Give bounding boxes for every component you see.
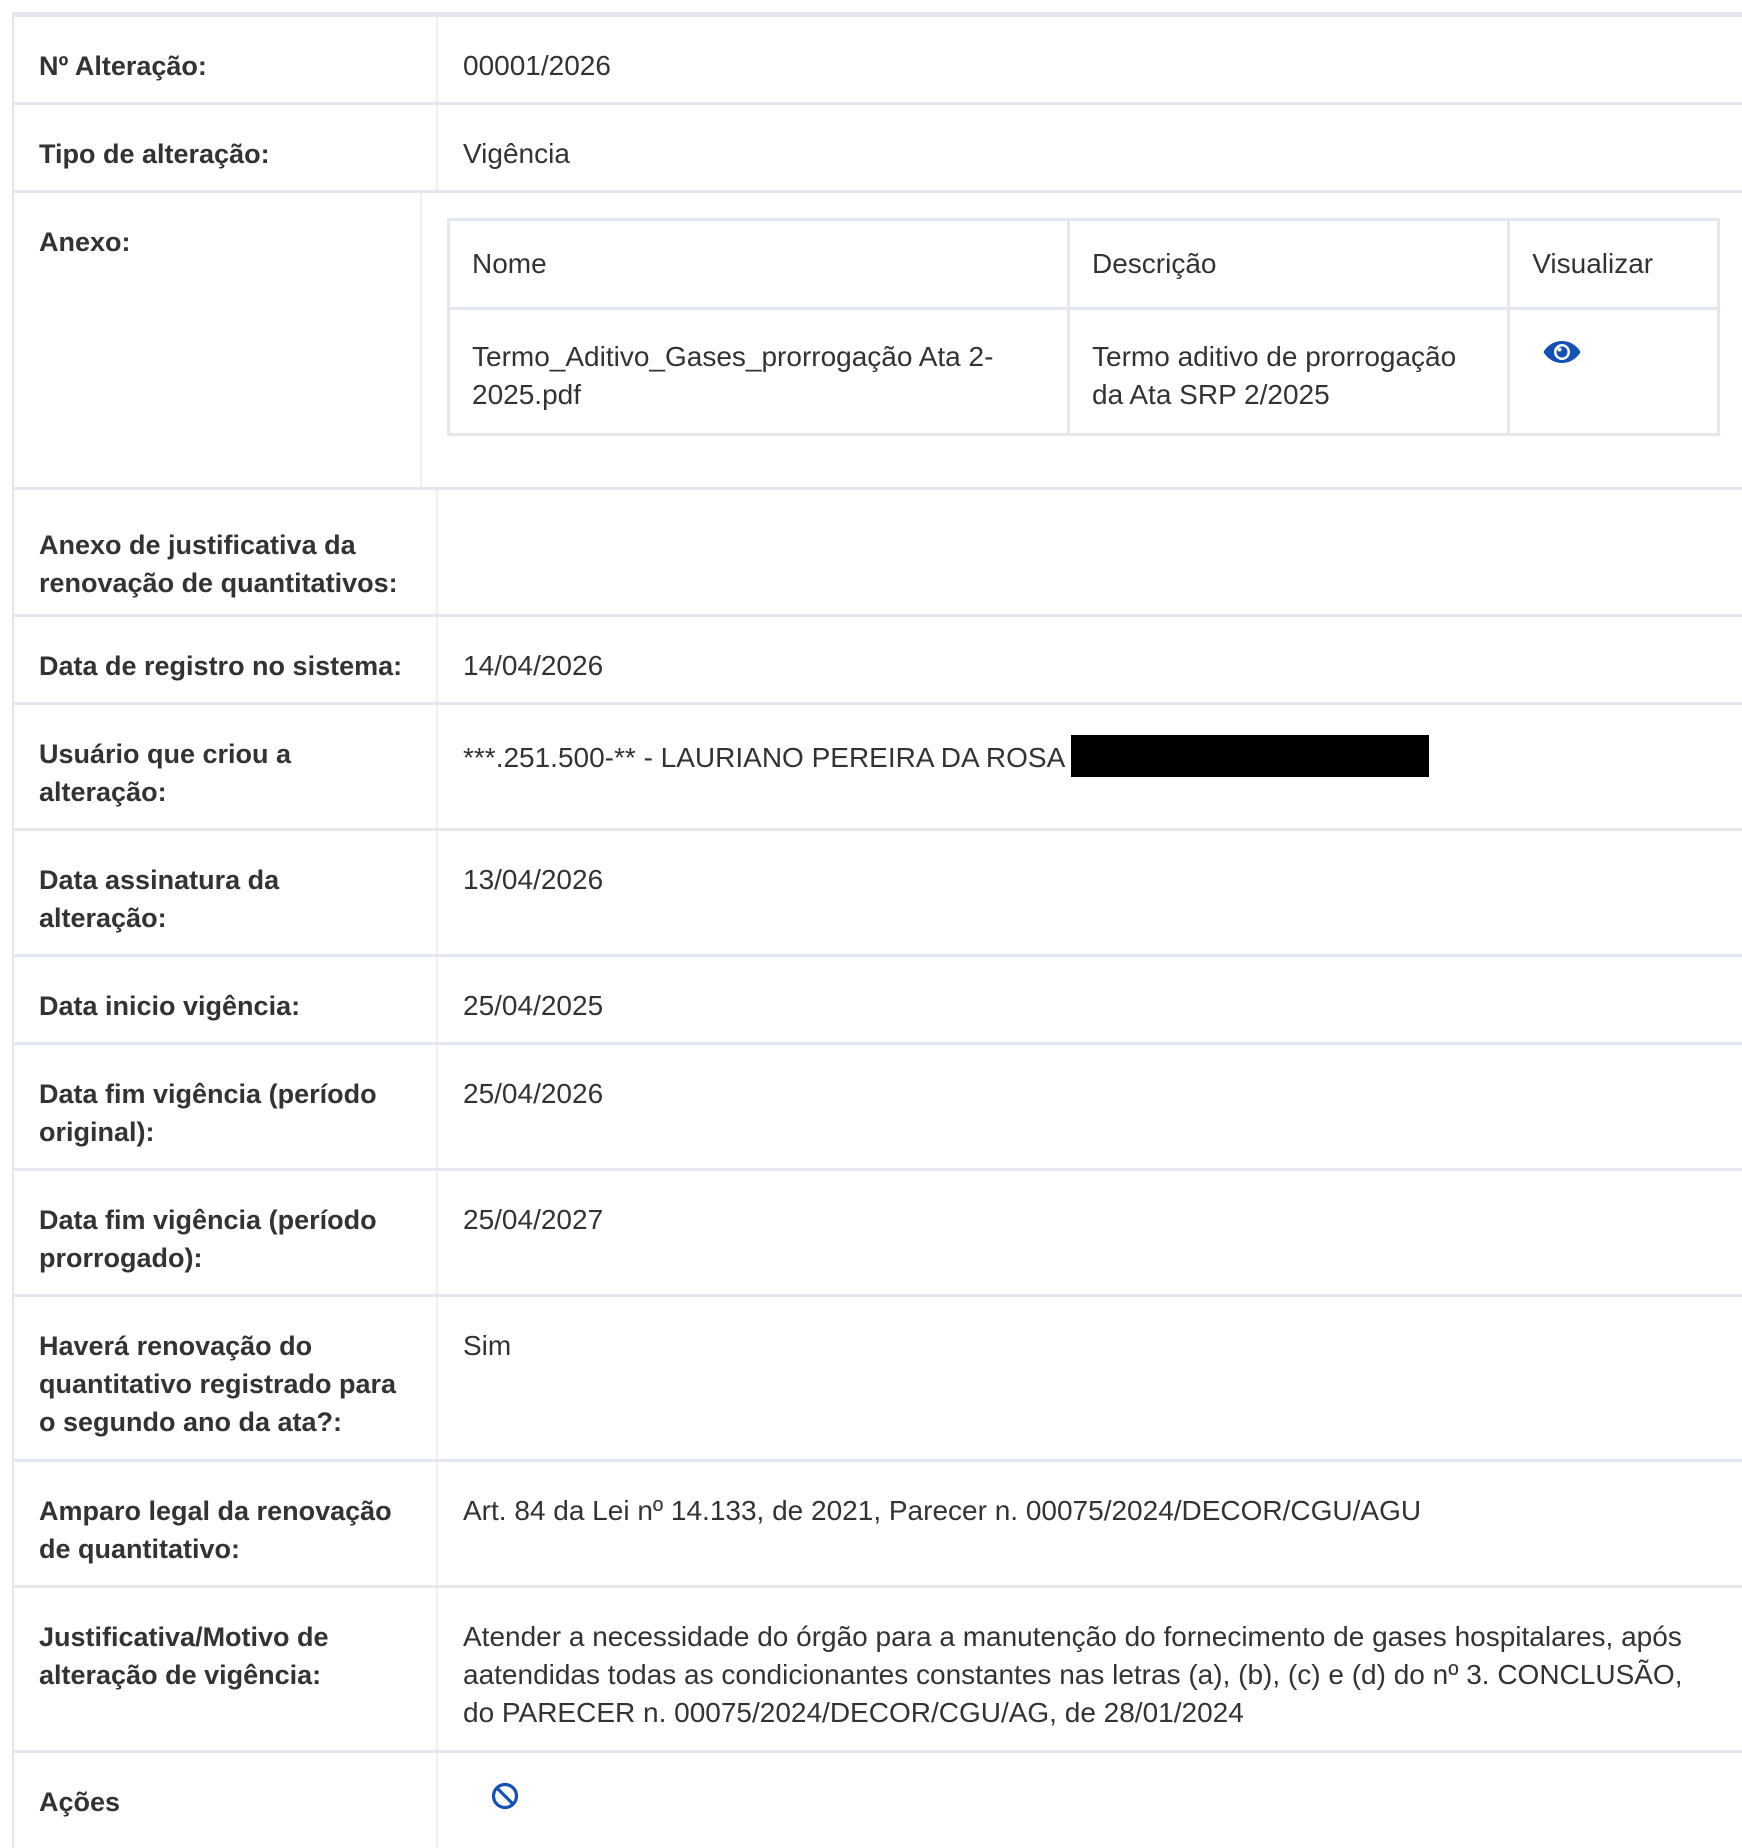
label-data-assinatura: Data assinatura da alteração: bbox=[14, 831, 438, 954]
label-data-inicio-vigencia: Data inicio vigência: bbox=[14, 957, 438, 1042]
anexo-view-cell bbox=[1507, 307, 1720, 436]
label-tipo-alteracao: Tipo de alteração: bbox=[14, 105, 438, 190]
view-attachment-button[interactable] bbox=[1542, 338, 1582, 376]
row-data-fim-prorrogado: Data fim vigência (período prorrogado): … bbox=[14, 1171, 1742, 1297]
anexo-description: Termo aditivo de prorrogação da Ata SRP … bbox=[1066, 307, 1511, 436]
row-tipo-alteracao: Tipo de alteração: Vigência bbox=[14, 105, 1742, 193]
value-acoes bbox=[438, 1753, 1742, 1848]
label-acoes: Ações bbox=[14, 1753, 438, 1848]
row-data-inicio-vigencia: Data inicio vigência: 25/04/2025 bbox=[14, 957, 1742, 1045]
label-numero-alteracao: Nº Alteração: bbox=[14, 17, 438, 102]
row-data-registro: Data de registro no sistema: 14/04/2026 bbox=[14, 617, 1742, 705]
row-data-fim-original: Data fim vigência (período original): 25… bbox=[14, 1045, 1742, 1171]
eye-icon bbox=[1543, 341, 1581, 363]
value-anexo: Nome Descrição Visualizar Termo_Aditivo_… bbox=[422, 193, 1742, 487]
label-anexo-justificativa: Anexo de justificativa da renovação de q… bbox=[14, 490, 438, 614]
label-renovacao-quantitativo: Haverá renovação do quantitativo registr… bbox=[14, 1297, 438, 1459]
row-anexo: Anexo: Nome Descrição Visualizar Termo_A… bbox=[14, 193, 1742, 490]
value-renovacao-quantitativo: Sim bbox=[463, 1330, 512, 1361]
value-justificativa: Atender a necessidade do órgão para a ma… bbox=[463, 1621, 1683, 1728]
alteracao-details-table: Nº Alteração: 00001/2026 Tipo de alteraç… bbox=[12, 12, 1742, 1848]
value-data-inicio-vigencia: 25/04/2025 bbox=[463, 990, 604, 1021]
row-usuario: Usuário que criou a alteração: ***.251.5… bbox=[14, 705, 1742, 831]
row-amparo-legal: Amparo legal da renovação de quantitativ… bbox=[14, 1462, 1742, 1588]
anexo-table-header: Nome Descrição Visualizar bbox=[447, 218, 1720, 310]
label-data-registro: Data de registro no sistema: bbox=[14, 617, 438, 702]
label-anexo: Anexo: bbox=[14, 193, 422, 487]
cancel-alteration-button[interactable] bbox=[490, 1781, 520, 1821]
value-amparo-legal: Art. 84 da Lei nº 14.133, de 2021, Parec… bbox=[463, 1495, 1422, 1526]
value-anexo-justificativa bbox=[438, 490, 1742, 614]
row-justificativa: Justificativa/Motivo de alteração de vig… bbox=[14, 1588, 1742, 1753]
value-usuario: ***.251.500-** - LAURIANO PEREIRA DA ROS… bbox=[463, 742, 1066, 773]
value-tipo-alteracao: Vigência bbox=[463, 138, 570, 169]
column-header-nome: Nome bbox=[447, 218, 1070, 310]
value-data-registro: 14/04/2026 bbox=[463, 650, 604, 681]
label-usuario: Usuário que criou a alteração: bbox=[14, 705, 438, 828]
label-data-fim-prorrogado: Data fim vigência (período prorrogado): bbox=[14, 1171, 438, 1294]
row-data-assinatura: Data assinatura da alteração: 13/04/2026 bbox=[14, 831, 1742, 957]
row-renovacao-quantitativo: Haverá renovação do quantitativo registr… bbox=[14, 1297, 1742, 1462]
value-data-assinatura: 13/04/2026 bbox=[463, 864, 604, 895]
label-data-fim-original: Data fim vigência (período original): bbox=[14, 1045, 438, 1168]
value-numero-alteracao: 00001/2026 bbox=[463, 50, 611, 81]
value-data-fim-original: 25/04/2026 bbox=[463, 1078, 604, 1109]
column-header-descricao: Descrição bbox=[1066, 218, 1511, 310]
value-usuario-container: ***.251.500-** - LAURIANO PEREIRA DA ROS… bbox=[438, 705, 1742, 828]
row-anexo-justificativa: Anexo de justificativa da renovação de q… bbox=[14, 490, 1742, 617]
row-acoes: Ações bbox=[14, 1753, 1742, 1848]
table-row: Termo_Aditivo_Gases_prorrogação Ata 2-20… bbox=[447, 307, 1720, 436]
value-data-fim-prorrogado: 25/04/2027 bbox=[463, 1204, 604, 1235]
ban-icon bbox=[491, 1782, 519, 1810]
label-justificativa: Justificativa/Motivo de alteração de vig… bbox=[14, 1588, 438, 1750]
anexo-table: Nome Descrição Visualizar Termo_Aditivo_… bbox=[447, 218, 1720, 436]
column-header-visualizar: Visualizar bbox=[1507, 218, 1720, 310]
label-amparo-legal: Amparo legal da renovação de quantitativ… bbox=[14, 1462, 438, 1585]
row-numero-alteracao: Nº Alteração: 00001/2026 bbox=[14, 17, 1742, 105]
redaction-block bbox=[1071, 735, 1430, 777]
anexo-file-name: Termo_Aditivo_Gases_prorrogação Ata 2-20… bbox=[447, 307, 1070, 436]
